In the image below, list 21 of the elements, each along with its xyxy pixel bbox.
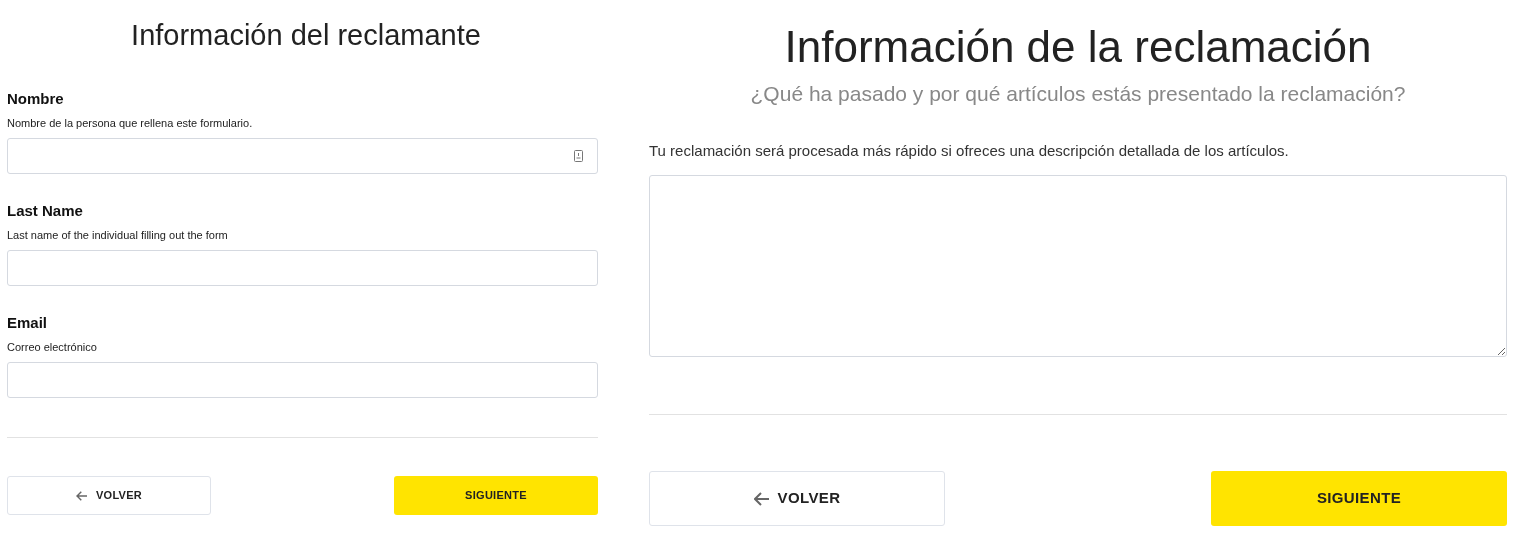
description-textarea[interactable]: [649, 175, 1507, 357]
text-field[interactable]: [7, 138, 598, 174]
section-title: Información de la reclamación: [783, 21, 1373, 70]
arrow-left-icon: [75, 490, 88, 501]
description-prompt: Tu reclamación será procesada más rápido si ofreces una descripción detallada de los artículos.: [649, 140, 1290, 161]
field-hint: Last name of the individual filling out the form: [7, 228, 229, 243]
field-hint: Correo electrónico: [7, 340, 98, 355]
field-label: Email: [7, 313, 49, 332]
next-button[interactable]: SIGUIENTE: [394, 476, 598, 515]
field-hint: Nombre de la persona que rellena este formulario.: [7, 116, 254, 131]
section-title: Información del reclamante: [130, 18, 482, 53]
contact-card-icon: [574, 150, 583, 162]
field-label: Nombre: [7, 89, 65, 108]
back-button[interactable]: VOLVER: [649, 471, 945, 526]
next-button[interactable]: SIGUIENTE: [1211, 471, 1507, 526]
field-label: Last Name: [7, 201, 84, 220]
back-button[interactable]: VOLVER: [7, 476, 211, 515]
arrow-left-icon: [753, 491, 770, 506]
text-field[interactable]: [7, 362, 598, 398]
text-field[interactable]: [7, 250, 598, 286]
section-subtitle: ¿Qué ha pasado y por qué artículos estás presentado la reclamación?: [749, 81, 1407, 107]
